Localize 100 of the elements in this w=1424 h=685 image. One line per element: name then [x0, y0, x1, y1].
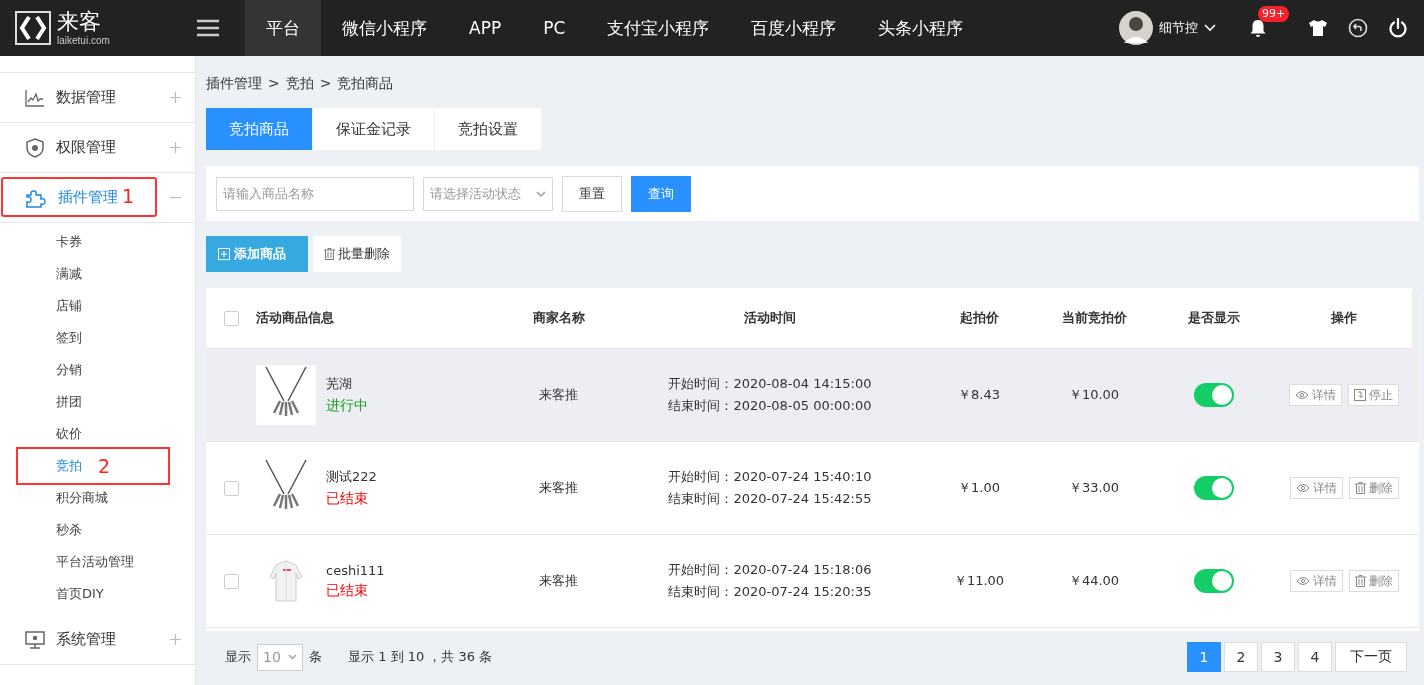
delete-button[interactable]: 删除: [1348, 477, 1399, 499]
bell-icon[interactable]: [1248, 18, 1268, 38]
status-text: 已结束: [326, 490, 369, 508]
next-page-button[interactable]: 下一页: [1335, 642, 1407, 672]
nav-tab[interactable]: 平台: [245, 0, 321, 56]
submenu-item[interactable]: 分销: [56, 354, 82, 386]
toggle-switch[interactable]: [1194, 383, 1234, 407]
breadcrumb-item[interactable]: 竞拍商品: [337, 75, 394, 108]
puzzle-icon: [25, 187, 47, 208]
submenu-item[interactable]: 拼团: [56, 386, 82, 418]
menu-icon[interactable]: [197, 19, 219, 37]
submenu-item[interactable]: 竞拍: [56, 450, 82, 482]
details-button[interactable]: 详情: [1289, 570, 1343, 592]
nav-tab[interactable]: APP: [448, 0, 523, 56]
details-button[interactable]: 详情: [1289, 384, 1342, 406]
logo-domain: laiketui.com: [57, 35, 110, 46]
start-time: 开始时间：2020-07-24 15:18:06: [668, 561, 872, 579]
product-name: 芜湖: [326, 375, 353, 393]
page-button[interactable]: 2: [1224, 642, 1258, 672]
sidebar-item[interactable]: 数据管理: [0, 73, 195, 123]
toggle-switch[interactable]: [1194, 569, 1234, 593]
nav-tab[interactable]: 头条小程序: [857, 0, 985, 56]
table-row[interactable]: 测试222 已结束 来客推 开始时间：2020-07-24 15:40:10 结束时间：2020-07-24 15:42:55 ￥1.00 ￥33.00 详情 删除: [206, 442, 1419, 535]
submenu-item[interactable]: 卡券: [56, 226, 82, 258]
unit-label: 条: [309, 648, 322, 666]
trash-icon: [1354, 482, 1366, 494]
nav-tab[interactable]: PC: [522, 0, 587, 56]
plus-square-icon: [218, 248, 230, 260]
checkbox[interactable]: [223, 310, 239, 326]
price-cell-text: ￥10.00: [1067, 386, 1121, 404]
shield-icon: [25, 137, 45, 158]
chart-icon: [25, 88, 45, 107]
batch-delete-button[interactable]: 批量删除: [313, 236, 401, 272]
sidebar-label: 系统管理: [56, 630, 116, 649]
breadcrumb-item[interactable]: 竞拍: [285, 75, 314, 108]
sidebar-item[interactable]: 系统管理: [0, 615, 195, 665]
submenu-item[interactable]: 满减: [56, 258, 82, 290]
price-cell-text: ￥44.00: [1067, 572, 1121, 590]
show-label: 显示: [225, 648, 251, 666]
annotation-number: 2: [98, 455, 111, 477]
logo-icon: [15, 11, 51, 45]
checkbox[interactable]: [223, 480, 239, 496]
merchant-cell-text: 来客推: [538, 479, 579, 497]
price-cell-text: ￥11.00: [952, 572, 1006, 590]
eye-icon: [1295, 576, 1310, 586]
power-icon[interactable]: [1388, 18, 1408, 38]
tab[interactable]: 竞拍设置: [435, 108, 542, 150]
nav-tab[interactable]: 支付宝小程序: [586, 0, 731, 56]
breadcrumb-separator: >: [268, 75, 280, 93]
submenu-item[interactable]: 签到: [56, 322, 82, 354]
page-button[interactable]: 3: [1261, 642, 1295, 672]
eye-icon: [1295, 483, 1310, 493]
tab[interactable]: 保证金记录: [313, 108, 435, 150]
submenu-item[interactable]: 店铺: [56, 290, 82, 322]
sidebar-item[interactable]: 权限管理: [0, 123, 195, 173]
column-header: 操作: [1330, 309, 1358, 327]
submenu-item[interactable]: 砍价: [56, 418, 82, 450]
reset-button[interactable]: 重置: [562, 175, 622, 212]
submenu-item[interactable]: 秒杀: [56, 514, 82, 546]
submenu-item[interactable]: 积分商城: [56, 482, 108, 514]
end-time: 结束时间：2020-07-24 15:20:35: [668, 583, 872, 601]
nav-tab[interactable]: 微信小程序: [321, 0, 448, 56]
start-time: 开始时间：2020-08-04 14:15:00: [668, 375, 872, 393]
scrollbar[interactable]: [1412, 288, 1419, 403]
table-row[interactable]: 芜湖 进行中 来客推 开始时间：2020-08-04 14:15:00 结束时间：2020-08-05 00:00:00 ￥8.43 ￥10.00 详情 停止: [206, 349, 1419, 442]
checkbox[interactable]: [223, 573, 239, 589]
avatar-icon[interactable]: [1119, 11, 1153, 45]
stop-button[interactable]: 停止: [1348, 384, 1399, 406]
exit-icon: [1354, 389, 1366, 401]
page-button[interactable]: 4: [1298, 642, 1332, 672]
start-time: 开始时间：2020-07-24 15:40:10: [668, 468, 872, 486]
merchant-cell-text: 来客推: [538, 572, 579, 590]
monitor-icon: [25, 630, 45, 649]
logo-text: 来客: [57, 10, 102, 33]
price-cell-text: ￥33.00: [1067, 479, 1121, 497]
column-header: 活动时间: [743, 309, 797, 327]
submenu-item[interactable]: 平台活动管理: [56, 546, 134, 578]
details-button[interactable]: 详情: [1289, 477, 1343, 499]
column-header: 商家名称: [531, 309, 586, 327]
table-row[interactable]: ceshi111 已结束 来客推 开始时间：2020-07-24 15:18:06 结束时间：2020-07-24 15:20:35 ￥11.00 ￥44.00 详情 删除: [206, 535, 1419, 628]
breadcrumb-item[interactable]: 插件管理: [206, 75, 262, 108]
chevron-down-icon: [536, 190, 546, 197]
user-name[interactable]: 细节控: [1159, 19, 1198, 37]
column-header: 是否显示: [1187, 309, 1241, 327]
name-input[interactable]: 请输入商品名称: [216, 176, 414, 211]
status-text: 已结束: [326, 581, 369, 600]
annotation-number: 1: [122, 185, 135, 207]
sidebar-label: 权限管理: [56, 138, 116, 157]
toggle-switch[interactable]: [1194, 476, 1234, 500]
plus-icon[interactable]: [170, 634, 181, 645]
column-header: 起拍价: [958, 309, 1000, 327]
end-time: 结束时间：2020-08-05 00:00:00: [668, 397, 872, 415]
plus-icon[interactable]: [170, 92, 181, 103]
shirt-icon[interactable]: [1308, 19, 1328, 37]
plus-icon[interactable]: [170, 142, 181, 153]
delete-button[interactable]: 删除: [1348, 570, 1399, 592]
submenu-item[interactable]: 首页DIY: [56, 578, 104, 610]
undo-icon[interactable]: [1348, 18, 1368, 38]
nav-tab[interactable]: 百度小程序: [730, 0, 858, 56]
chevron-down-icon[interactable]: [1204, 24, 1216, 32]
